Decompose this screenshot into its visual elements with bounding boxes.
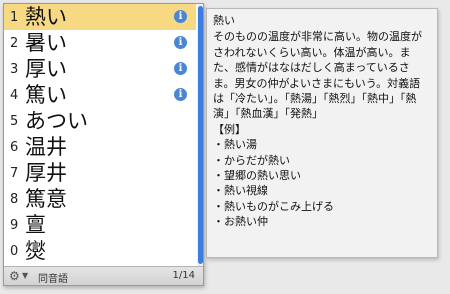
example-item: ・熱い湯 [213,138,257,152]
candidate-number: 4 [10,88,19,103]
example-item: ・からだが熱い [213,153,290,167]
example-item: ・熱いものがこみ上げる [213,199,334,213]
example-list: ・熱い湯 ・からだが熱い ・望郷の熱い思い ・熱い視線 ・熱いものがこみ上げる … [213,137,431,229]
example-item: ・お熱い仲 [213,215,268,229]
info-icon[interactable]: i [174,88,187,101]
page-indicator: 1/14 [172,270,195,281]
gear-icon[interactable]: ⚙ [9,269,20,283]
example-item: ・熱い視線 [213,184,268,198]
candidate-item-4[interactable]: 4 篤い i [4,82,196,108]
candidate-item-7[interactable]: 7 厚井 [4,160,196,186]
candidate-word: 暑い [25,31,67,55]
candidate-list: 1 熱い i 2 暑い i 3 厚い i 4 篤い i 5 あつい 6 温井 7 [4,4,196,266]
candidate-window: 1 熱い i 2 暑い i 3 厚い i 4 篤い i 5 あつい 6 温井 7 [3,3,204,286]
example-item: ・望郷の熱い思い [213,169,301,183]
example-heading: 【例】 [213,122,246,136]
status-bar: ⚙ ▼ 同音語 1/14 [4,266,203,285]
candidate-number: 6 [10,140,19,155]
definition-title: 熱い [213,14,235,27]
info-icon[interactable]: i [174,36,187,49]
candidate-item-9[interactable]: 9 亶 [4,212,196,238]
candidate-number: 5 [10,114,19,129]
candidate-item-3[interactable]: 3 厚い i [4,56,196,82]
candidate-word: 亶 [25,213,46,237]
scroll-thumb[interactable] [198,6,203,264]
chevron-down-icon[interactable]: ▼ [22,271,28,280]
candidate-word: 厚い [25,57,67,81]
candidate-item-2[interactable]: 2 暑い i [4,30,196,56]
candidate-number: 1 [10,10,19,25]
candidate-word: 熱い [25,5,67,29]
candidate-number: 2 [10,36,19,51]
candidate-word: 篤意 [25,187,67,211]
candidate-number: 7 [10,166,19,181]
candidate-number: 3 [10,62,19,77]
annotation-panel: 熱い そのものの温度が非常に高い。物の温度がさわれないくらい高い。体温が高い。ま… [206,8,438,258]
candidate-number: 9 [10,218,19,233]
candidate-item-8[interactable]: 8 篤意 [4,186,196,212]
candidate-word: 爕 [25,239,46,263]
candidate-word: 温井 [25,135,67,159]
candidate-item-1[interactable]: 1 熱い i [4,4,196,30]
candidate-item-5[interactable]: 5 あつい [4,108,196,134]
definition-body: そのものの温度が非常に高い。物の温度がさわれないくらい高い。体温が高い。また、感… [213,30,422,121]
candidate-item-10[interactable]: 0 爕 [4,238,196,264]
candidate-word: あつい [25,109,88,133]
candidate-item-6[interactable]: 6 温井 [4,134,196,160]
candidate-number: 0 [10,244,19,259]
homonym-label: 同音語 [38,274,68,285]
info-icon[interactable]: i [174,10,187,23]
info-icon[interactable]: i [174,62,187,75]
candidate-number: 8 [10,192,19,207]
candidate-word: 厚井 [25,161,67,185]
scrollbar[interactable] [197,4,203,266]
candidate-word: 篤い [25,83,67,107]
